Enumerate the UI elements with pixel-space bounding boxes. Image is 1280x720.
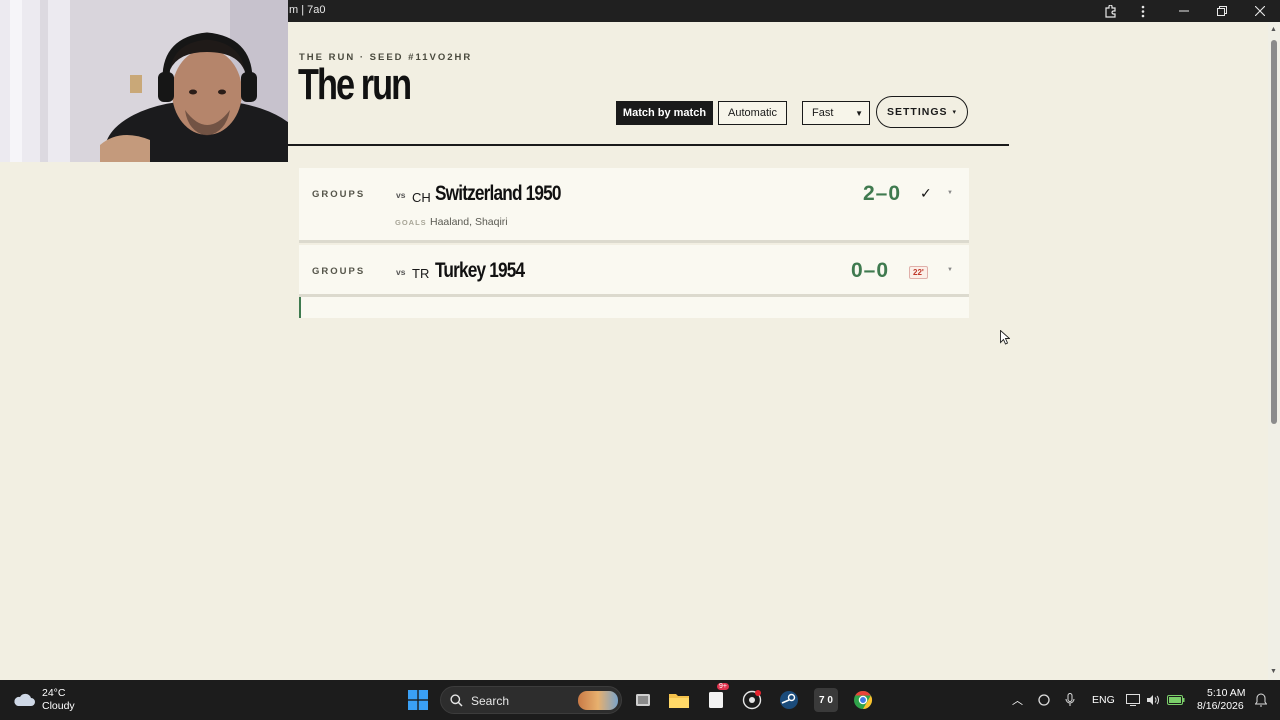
match-score: 2–0 <box>863 182 902 205</box>
match-stage: GROUPS <box>312 189 366 200</box>
live-minute-badge: 22' <box>909 266 928 279</box>
match-stage: GROUPS <box>312 266 366 277</box>
task-view-icon[interactable] <box>631 688 655 712</box>
clock-date[interactable]: 8/16/2026 <box>1197 700 1244 712</box>
opponent-name: Turkey 1954 <box>435 259 525 282</box>
close-button[interactable] <box>1245 0 1275 22</box>
steam-icon[interactable] <box>777 688 801 712</box>
match-card[interactable]: GROUPS vs CH Switzerland 1950 2–0 ✓ ▼ GO… <box>299 168 969 243</box>
opponent-name: Switzerland 1950 <box>435 182 561 205</box>
goal-scorers: Haaland, Shaqiri <box>430 216 508 228</box>
country-code: TR <box>412 266 430 281</box>
page-scrollbar[interactable]: ▲ ▼ <box>1268 22 1280 680</box>
menu-kebab-icon[interactable] <box>1128 0 1158 22</box>
input-language[interactable]: ENG <box>1092 694 1115 706</box>
notifications-bell-icon[interactable] <box>1249 688 1273 712</box>
settings-caret-icon: ▾ <box>952 109 958 116</box>
notification-badge: 9+ <box>717 683 729 690</box>
speed-select[interactable]: Fast ▼ <box>802 101 870 125</box>
automatic-button[interactable]: Automatic <box>718 101 787 125</box>
search-icon <box>450 694 463 707</box>
match-by-match-button[interactable]: Match by match <box>616 101 713 125</box>
next-match-placeholder <box>299 297 969 318</box>
vs-label: vs <box>396 190 406 200</box>
weather-temperature[interactable]: 24°C <box>42 687 65 699</box>
expand-caret-icon[interactable]: ▼ <box>947 190 953 196</box>
mouse-cursor-icon <box>1000 329 1011 350</box>
restore-button[interactable] <box>1207 0 1237 22</box>
scroll-down-arrow-icon[interactable]: ▼ <box>1270 668 1277 675</box>
scroll-thumb[interactable] <box>1271 40 1277 424</box>
tray-app-icon[interactable] <box>1032 688 1056 712</box>
search-placeholder: Search <box>471 694 510 708</box>
obs-studio-icon[interactable] <box>740 688 764 712</box>
windows-taskbar: 24°C Cloudy Search 9+ 7 0 ︿ ENG 5:10 AM … <box>0 680 1280 720</box>
cloudy-weather-icon[interactable] <box>12 688 36 712</box>
settings-label: SETTINGS <box>886 106 948 118</box>
clock-time[interactable]: 5:10 AM <box>1207 687 1246 699</box>
7a0-app-icon[interactable]: 7 0 <box>814 688 838 712</box>
scroll-up-arrow-icon[interactable]: ▲ <box>1270 26 1277 33</box>
check-icon: ✓ <box>920 185 932 201</box>
window-title: m | 7a0 <box>289 4 326 16</box>
match-score: 0–0 <box>851 259 890 282</box>
taskbar-search-box[interactable]: Search <box>440 686 622 714</box>
show-hidden-icons-chevron-icon[interactable]: ︿ <box>1012 692 1023 708</box>
settings-button[interactable]: SETTINGS ▾ <box>876 96 968 128</box>
caret-down-icon: ▼ <box>855 109 863 118</box>
page-title: The run <box>298 60 412 109</box>
battery-icon[interactable] <box>1164 688 1188 712</box>
notepad-icon[interactable]: 9+ <box>704 683 729 712</box>
webcam-overlay <box>0 0 288 162</box>
extensions-icon[interactable] <box>1095 0 1125 22</box>
weather-condition[interactable]: Cloudy <box>42 700 75 712</box>
progress-accent <box>299 297 301 318</box>
country-code: CH <box>412 190 431 205</box>
chrome-icon[interactable] <box>851 688 875 712</box>
volume-icon[interactable] <box>1141 688 1165 712</box>
search-highlight-image <box>578 691 618 710</box>
goals-label: GOALS <box>395 218 427 227</box>
vs-label: vs <box>396 267 406 277</box>
expand-caret-icon[interactable]: ▼ <box>947 267 953 273</box>
7a0-app-label: 7 0 <box>819 694 833 706</box>
windows-start-icon[interactable] <box>406 688 430 712</box>
minimize-button[interactable] <box>1169 0 1199 22</box>
file-explorer-icon[interactable] <box>667 688 691 712</box>
speed-select-value: Fast <box>812 107 834 119</box>
match-card[interactable]: GROUPS vs TR Turkey 1954 0–0 22' ▼ <box>299 245 969 297</box>
microphone-icon[interactable] <box>1058 688 1082 712</box>
header-divider <box>288 144 1009 146</box>
